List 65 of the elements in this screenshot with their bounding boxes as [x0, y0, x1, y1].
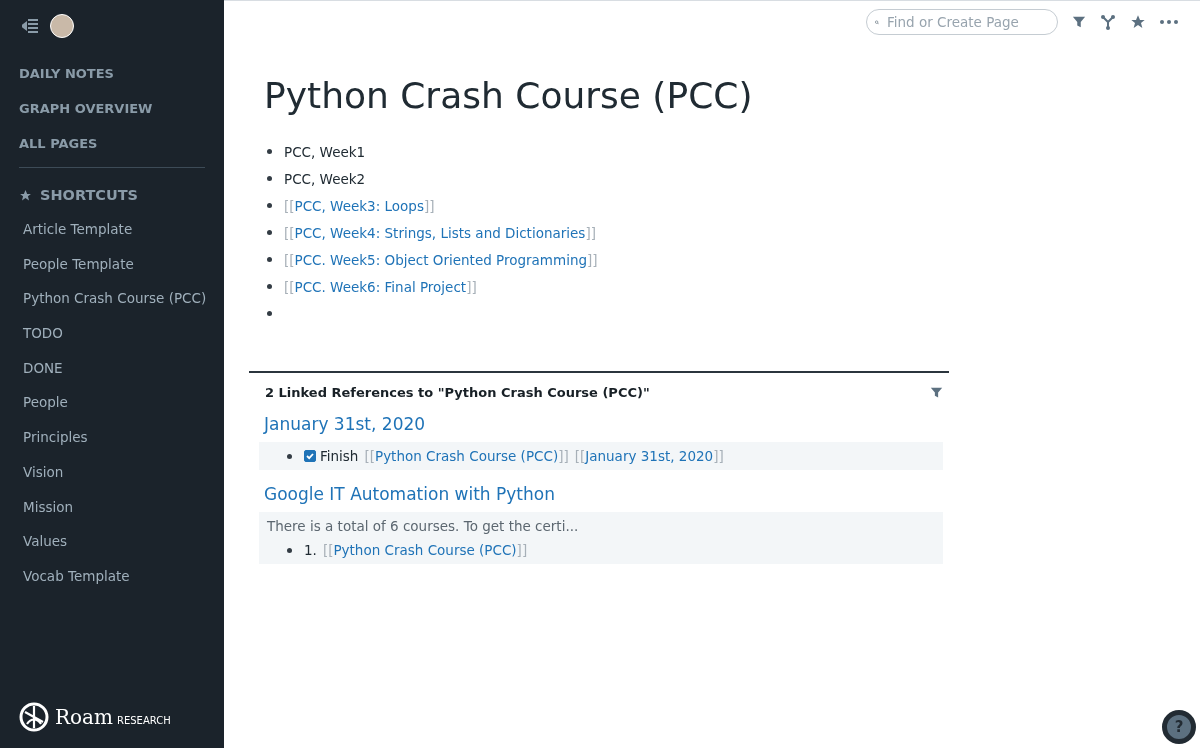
block-text: PCC, Week2 — [284, 170, 366, 187]
bullet-icon[interactable] — [267, 149, 272, 154]
nav-link[interactable]: DAILY NOTES — [19, 56, 224, 91]
page-link[interactable]: January 31st, 2020 — [585, 448, 714, 464]
shortcut-link[interactable]: People — [23, 385, 224, 421]
checkbox[interactable] — [304, 450, 316, 462]
shortcut-link[interactable]: Principles — [23, 420, 224, 455]
logo-suffix: RESEARCH — [117, 714, 171, 726]
bullet-icon[interactable] — [267, 203, 272, 208]
page-link[interactable]: PCC. Week5: Object Oriented Programming — [294, 251, 588, 268]
bracket-text: ]] — [516, 542, 528, 558]
nav-link[interactable]: ALL PAGES — [19, 126, 224, 161]
logo-wordmark: Roam — [55, 705, 113, 729]
bracket-text: [[ — [284, 197, 295, 214]
page-link[interactable]: Python Crash Course (PCC) — [333, 542, 517, 558]
more-icon[interactable] — [1160, 20, 1178, 24]
shortcuts-heading: SHORTCUTS — [40, 187, 139, 203]
bullet-icon[interactable] — [267, 176, 272, 181]
bracket-text: [[ — [284, 251, 295, 268]
shortcut-link[interactable]: TODO — [23, 316, 224, 351]
block-text: There is a total of 6 courses. To get the certi... — [267, 518, 579, 534]
bracket-text: ]] — [423, 197, 435, 214]
bullet-icon[interactable] — [267, 230, 272, 235]
bracket-text: ]] — [558, 448, 569, 464]
shortcut-link[interactable]: People Template — [23, 246, 224, 282]
bullet-icon[interactable] — [267, 284, 272, 289]
star-icon[interactable] — [1130, 14, 1146, 30]
bullet-icon[interactable] — [287, 547, 292, 553]
bullet-icon[interactable] — [287, 453, 292, 459]
block-text: PCC, Week1 — [284, 143, 366, 160]
avatar[interactable] — [50, 14, 74, 38]
shortcut-link[interactable]: Article Template — [23, 212, 224, 247]
reference-page-link[interactable]: January 31st, 2020 — [264, 414, 426, 434]
page-link[interactable]: PCC. Week6: Final Project — [294, 278, 467, 295]
shortcut-link[interactable]: Python Crash Course (PCC) — [23, 281, 224, 317]
block-text: Finish — [320, 448, 359, 464]
nav-link[interactable]: GRAPH OVERVIEW — [19, 91, 224, 126]
bracket-text: ]] — [713, 448, 724, 464]
page-link[interactable]: PCC, Week3: Loops — [294, 197, 424, 214]
shortcut-link[interactable]: Values — [23, 524, 224, 559]
bracket-text: ]] — [585, 224, 596, 241]
page-link[interactable]: Python Crash Course (PCC) — [375, 448, 559, 464]
collapse-sidebar-icon[interactable] — [22, 19, 38, 33]
block-text: 1. — [304, 542, 317, 558]
shortcut-link[interactable]: Vision — [23, 454, 224, 490]
shortcut-link[interactable]: Vocab Template — [23, 558, 224, 594]
bullet-icon[interactable] — [267, 257, 272, 262]
filter-icon[interactable] — [1072, 15, 1086, 29]
page-title: Python Crash Course (PCC) — [264, 75, 754, 116]
help-button[interactable]: ? — [1162, 710, 1196, 744]
star-icon — [19, 188, 32, 202]
bracket-text: [[ — [364, 448, 375, 464]
shortcut-link[interactable]: Mission — [23, 489, 224, 525]
references-heading: 2 Linked References to "Python Crash Course (PCC)" — [265, 385, 650, 400]
graph-icon[interactable] — [1100, 14, 1116, 30]
bracket-text: ]] — [466, 278, 477, 295]
bracket-text: ]] — [587, 251, 598, 268]
page-link[interactable]: PCC, Week4: Strings, Lists and Dictionaries — [294, 224, 586, 241]
filter-icon[interactable] — [930, 386, 943, 399]
bracket-text: [[ — [284, 224, 295, 241]
bracket-text: [[ — [284, 278, 295, 295]
bracket-text: [[ — [322, 542, 334, 558]
bullet-icon[interactable] — [267, 311, 272, 316]
shortcut-link[interactable]: DONE — [23, 350, 224, 386]
reference-page-link[interactable]: Google IT Automation with Python — [264, 484, 555, 504]
